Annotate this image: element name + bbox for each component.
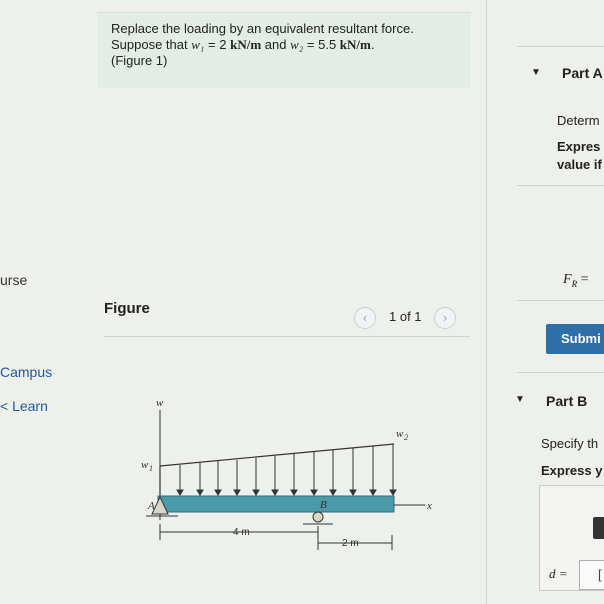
load-arrows [176, 444, 397, 496]
label-b: B [320, 499, 327, 511]
toolbar-icon[interactable] [593, 517, 604, 539]
support-b [312, 511, 324, 523]
label-x: x [426, 500, 432, 512]
label-dim1: 4 m [233, 527, 250, 538]
label-w2: w [396, 428, 404, 440]
label-a: A [147, 500, 155, 512]
part-b-divider [517, 372, 604, 373]
express-text: Expres [557, 139, 601, 154]
beam [157, 495, 395, 513]
label-w: w [156, 397, 164, 409]
load-top-line [159, 443, 395, 467]
answer-area-bottom [517, 300, 604, 301]
chevron-down-icon-b[interactable]: ▼ [515, 394, 525, 405]
part-a-divider [517, 46, 604, 47]
part-a-label[interactable]: Part A [562, 65, 603, 81]
label-w2-sub: 2 [404, 433, 408, 442]
label-w1: w [141, 459, 149, 471]
part-b-label[interactable]: Part B [546, 393, 587, 409]
label-w1-sub: 1 [149, 464, 153, 473]
label-dim2: 2 m [342, 538, 359, 549]
submit-button[interactable]: Submi [546, 324, 604, 354]
answer-area-top [517, 185, 604, 186]
right-panel: ▼ Part A Determ Expres value if FR = Sub… [487, 0, 604, 604]
value-if-text: value if [557, 157, 602, 172]
fr-label: FR = [563, 272, 588, 289]
fr-equals: = [577, 272, 589, 287]
chevron-down-icon[interactable]: ▼ [531, 67, 541, 78]
specify-text: Specify th [541, 436, 599, 451]
determine-text: Determ [557, 113, 600, 128]
fr-symbol: F [563, 272, 572, 287]
d-input[interactable]: [ [579, 560, 604, 590]
d-input-cursor: [ [598, 567, 602, 582]
d-label: d = [549, 566, 568, 581]
express-b-text: Express y [541, 463, 603, 478]
